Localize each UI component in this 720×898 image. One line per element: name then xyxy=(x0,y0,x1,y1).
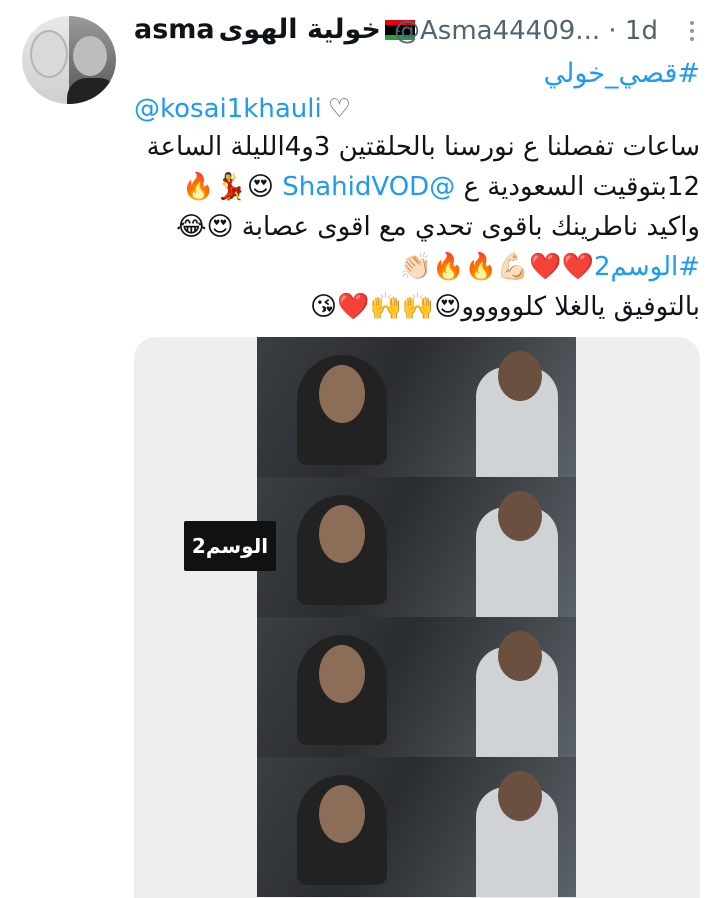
line4-emoji: ❤️❤️💪🏻🔥🔥👏🏻 xyxy=(399,252,594,282)
hashtag-link[interactable]: #قصي_خولي xyxy=(544,58,700,89)
tweet-text-line-5: بالتوفيق يالغلا كلووووو😍🙌🙌❤️😘 xyxy=(310,292,700,322)
avatar[interactable] xyxy=(22,16,116,104)
tweet-text-line-2: 12بتوقيت السعودية ع @ShahidVOD 😍💃🔥 xyxy=(182,172,700,202)
line2-text: 12بتوقيت السعودية ع xyxy=(455,172,700,202)
tweet-header: asma خولية الهوى @Asma44409... · 1d xyxy=(134,14,700,50)
display-name-latin: asma xyxy=(134,14,215,45)
tweet-media-image[interactable]: الوسم2 xyxy=(134,337,700,898)
line2-emoji: 😍💃🔥 xyxy=(182,172,283,202)
season-hashtag-link[interactable]: #الوسم2 xyxy=(594,252,700,282)
media-frame xyxy=(257,617,576,757)
media-frames xyxy=(257,337,576,898)
timestamp[interactable]: · 1d xyxy=(608,16,658,46)
heart-icon: ♡ xyxy=(327,94,351,124)
avatar-right-photo xyxy=(67,16,116,104)
media-frame xyxy=(257,757,576,897)
handle-and-time: @Asma44409... · 1d xyxy=(394,16,658,46)
mention-line: @kosai1khauli ♡ xyxy=(134,94,351,124)
media-frame xyxy=(257,337,576,477)
more-options-icon[interactable] xyxy=(684,16,700,46)
display-name-arabic: خولية الهوى xyxy=(218,14,381,45)
user-handle[interactable]: @Asma44409... xyxy=(394,16,600,46)
shahid-mention-link[interactable]: @ShahidVOD xyxy=(282,172,455,202)
media-frame xyxy=(257,477,576,617)
tweet-text-line-3: واكيد ناطرينك باقوى تحدي مع اقوى عصابة 😍… xyxy=(176,212,700,242)
media-overlay-label: الوسم2 xyxy=(184,521,276,571)
tweet-text-line-4: #الوسم2❤️❤️💪🏻🔥🔥👏🏻 xyxy=(400,252,700,282)
display-name[interactable]: asma خولية الهوى xyxy=(134,14,415,45)
mention-link[interactable]: @kosai1khauli xyxy=(134,94,322,124)
avatar-left-photo xyxy=(22,16,69,104)
tweet-text-line-1: ساعات تفصلنا ع نورسنا بالحلقتين 3و4الليل… xyxy=(146,132,700,162)
